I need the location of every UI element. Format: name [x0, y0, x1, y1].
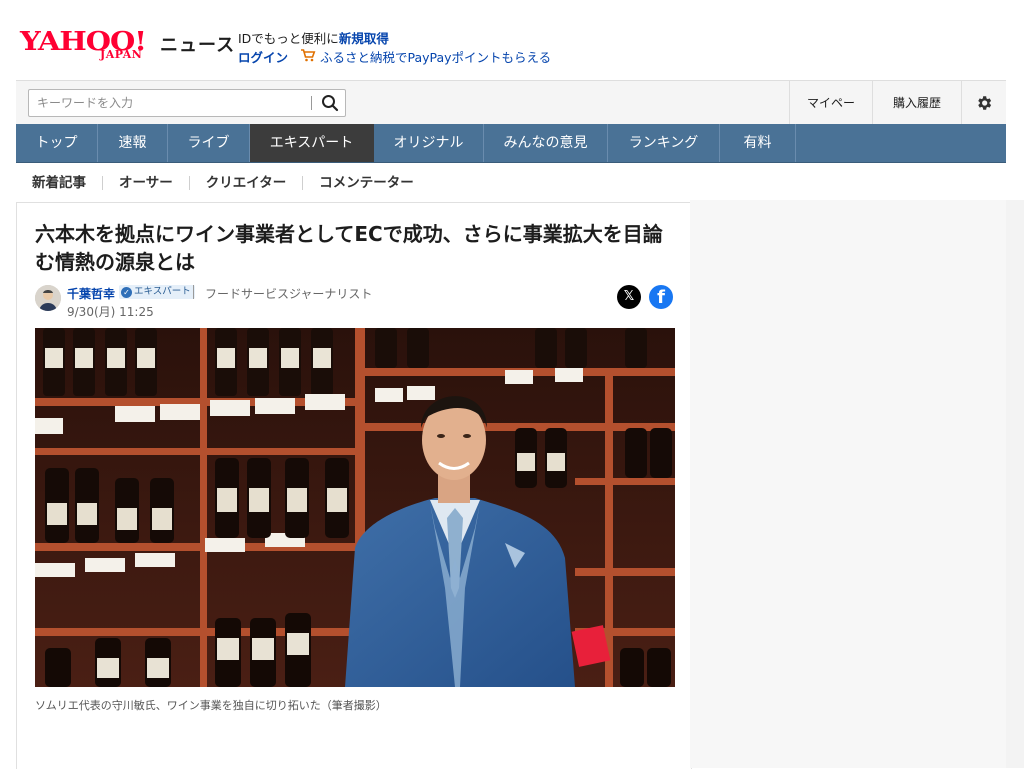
right-sidebar — [690, 200, 1006, 768]
subnav-authors[interactable]: オーサー — [102, 176, 189, 190]
article-title: 六本木を拠点にワイン事業者としてECで成功、さらに事業拡大を目論む情熱の源泉とは — [35, 222, 663, 274]
news-section-label[interactable]: ニュース — [160, 31, 235, 57]
verified-check-icon: ✓ — [121, 286, 132, 298]
furusato-link[interactable]: ふるさと納税でPayPayポイントもらえる — [320, 50, 551, 65]
search-input[interactable] — [35, 93, 309, 113]
subnav-creators[interactable]: クリエイター — [188, 176, 302, 190]
nav-tab-expert[interactable]: エキスパート — [250, 124, 374, 162]
signup-link[interactable]: 新規取得 — [339, 31, 389, 46]
search-bar: マイページ 購入履歴 — [16, 80, 1006, 154]
login-row: ログイン ふるさと納税でPayPayポイントもらえる — [238, 49, 551, 67]
author-name-link[interactable]: 千葉哲幸 — [67, 285, 115, 302]
photo-caption: ソムリエ代表の守川敏氏、ワイン事業を独自に切り拓いた（筆者撮影） — [35, 699, 387, 712]
search-divider — [311, 96, 312, 110]
author-title: フードサービスジャーナリスト — [205, 287, 373, 301]
promo-area: IDでもっと便利に新規取得 ログイン ふるさと納税でPayPayポイントもらえる — [238, 30, 551, 67]
login-link[interactable]: ログイン — [238, 50, 288, 65]
site-header: YAHOO! JAPAN ニュース IDでもっと便利に新規取得 ログイン ふるさ… — [0, 0, 1024, 80]
mypage-link[interactable]: マイページ — [789, 81, 872, 154]
nav-tab-paid[interactable]: 有料 — [720, 124, 796, 162]
x-logo-icon: 𝕏 — [623, 289, 635, 304]
expert-sub-navigation: 新着記事 オーサー クリエイター コメンテーター — [16, 166, 430, 200]
search-button[interactable] — [319, 92, 341, 114]
facebook-icon: f — [657, 287, 665, 308]
expert-badge: ✓ エキスパート — [119, 285, 195, 299]
nav-tab-original[interactable]: オリジナル — [374, 124, 484, 162]
expert-badge-label: エキスパート — [134, 286, 191, 297]
subnav-commentators[interactable]: コメンテーター — [302, 176, 430, 190]
search-box — [28, 89, 346, 117]
nav-tab-breaking[interactable]: 速報 — [98, 124, 168, 162]
nav-tab-top[interactable]: トップ — [16, 124, 98, 162]
article-card: 六本木を拠点にワイン事業者としてECで成功、さらに事業拡大を目論む情熱の源泉とは… — [16, 202, 692, 769]
subnav-new-articles[interactable]: 新着記事 — [16, 176, 102, 190]
gear-icon — [978, 96, 992, 110]
search-icon — [322, 95, 339, 112]
nav-tab-live[interactable]: ライブ — [168, 124, 250, 162]
share-facebook-button[interactable]: f — [649, 285, 673, 309]
nav-tab-opinions[interactable]: みんなの意見 — [484, 124, 608, 162]
signup-promo-text: IDでもっと便利に — [238, 31, 339, 46]
settings-button[interactable] — [961, 81, 1006, 125]
share-x-button[interactable]: 𝕏 — [617, 285, 641, 309]
nav-tab-ranking[interactable]: ランキング — [608, 124, 720, 162]
publish-date: 9/30(月) 11:25 — [67, 305, 154, 319]
article-main-photo[interactable] — [35, 328, 675, 687]
author-separator — [193, 285, 194, 299]
author-avatar[interactable] — [35, 285, 61, 311]
cart-icon — [300, 49, 316, 67]
main-navigation: トップ 速報 ライブ エキスパート オリジナル みんなの意見 ランキング 有料 — [16, 124, 1006, 163]
account-links: マイページ 購入履歴 — [789, 81, 1006, 154]
author-row: 千葉哲幸 ✓ エキスパート フードサービスジャーナリスト 9/30(月) 11:… — [35, 285, 675, 319]
logo-japan-text: JAPAN — [100, 48, 143, 61]
purchase-history-link[interactable]: 購入履歴 — [872, 81, 961, 125]
signup-promo: IDでもっと便利に新規取得 — [238, 30, 551, 48]
page-edge — [1006, 200, 1024, 768]
yahoo-japan-logo[interactable]: YAHOO! JAPAN — [20, 26, 160, 66]
